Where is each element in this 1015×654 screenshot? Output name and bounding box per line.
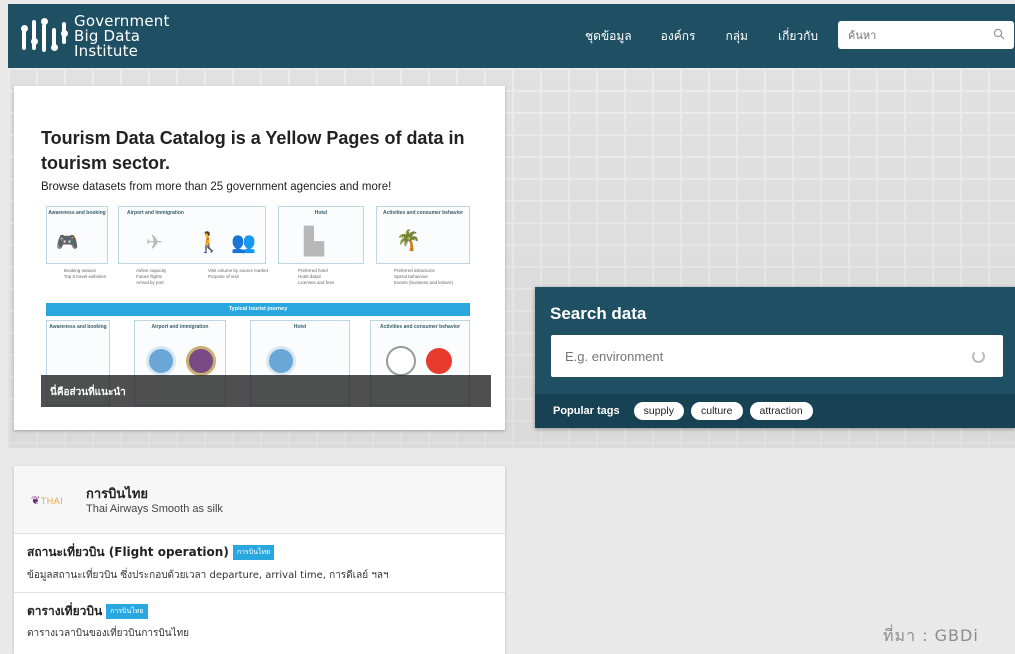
ig-seal-icon <box>266 346 296 376</box>
organization-tagline: Thai Airways Smooth as silk <box>86 503 223 515</box>
dataset-search-input[interactable] <box>551 335 972 377</box>
ig-box-label: Airport and immigration <box>151 324 209 330</box>
search-panel-title: Search data <box>550 304 647 323</box>
ig-bullets-1: Booking season Top 5 travel websites <box>64 268 116 280</box>
ig-box-label: Activities and consumer behavior <box>382 210 464 216</box>
ig-bullets-5: Preferred attractions Spend behaviour Ev… <box>394 268 470 286</box>
dataset-description: ตารางเวลาบินของเที่ยวบินการบินไทย <box>27 628 190 639</box>
airplane-icon: ✈ <box>146 232 163 254</box>
carousel-caption[interactable]: นี่คือส่วนที่แนะนำ <box>41 375 491 407</box>
dataset-title[interactable]: ตารางเที่ยวบิน การบินไทย <box>27 602 148 621</box>
ig-box-label: Hotel <box>314 210 328 216</box>
ig-box-activities: Activities and consumer behavior <box>376 206 470 264</box>
ig-box-label: Airport and Immigration <box>127 210 184 216</box>
featured-title: Tourism Data Catalog is a Yellow Pages o… <box>41 128 465 173</box>
dataset-org-badge[interactable]: การบินไทย <box>106 604 148 619</box>
ig-box-label: Awareness and booking <box>49 324 107 330</box>
dataset-title-text[interactable]: สถานะเที่ยวบิน (Flight operation) <box>27 545 229 559</box>
people-icon: 👥 <box>231 232 256 254</box>
dataset-description: ข้อมูลสถานะเที่ยวบิน ซึ่งประกอบด้วยเวลา … <box>27 570 389 581</box>
ig-bullet: Top 5 travel websites <box>64 274 107 279</box>
dataset-item[interactable]: สถานะเที่ยวบิน (Flight operation) การบินไ… <box>14 535 505 593</box>
popular-tags-label: Popular tags <box>553 405 620 417</box>
ig-box-label: Hotel <box>293 324 307 330</box>
ig-box-label: Activities and consumer behavior <box>379 324 461 330</box>
dataset-org-badge[interactable]: การบินไทย <box>232 545 275 560</box>
dataset-title[interactable]: สถานะเที่ยวบิน (Flight operation) การบินไ… <box>27 543 275 562</box>
main-nav: ชุดข้อมูล องค์กร กลุ่ม เกี่ยวกับ <box>585 4 848 68</box>
ig-seal-icon <box>186 346 216 376</box>
gbdi-logo[interactable]: Government Big Data Institute <box>18 13 170 60</box>
ig-bullet: Purpose of visit <box>208 274 239 279</box>
caption-text: นี่คือส่วนที่แนะนำ <box>50 387 126 398</box>
search-data-panel: Search data Popular tags supply culture … <box>535 287 1015 428</box>
featured-subtitle: Browse datasets from more than 25 govern… <box>41 181 392 193</box>
logo-mark-icon <box>18 14 68 58</box>
ig-bullet: Arrival by port <box>136 280 164 285</box>
dataset-title-text[interactable]: ตารางเที่ยวบิน <box>27 604 102 618</box>
gamepad-icon: 🎮 <box>56 232 79 252</box>
ig-box-label: Awareness and booking <box>48 210 106 216</box>
tag-attraction[interactable]: attraction <box>749 402 813 420</box>
ig-bullet: Events (business and leisure) <box>394 280 454 285</box>
nav-datasets[interactable]: ชุดข้อมูล <box>585 27 632 46</box>
building-icon: ▙ <box>304 226 324 256</box>
thai-airways-logo: ❦THAI <box>31 495 64 507</box>
popular-tags-bar: Popular tags supply culture attraction <box>535 394 1015 428</box>
ig-seal-icon <box>146 346 176 376</box>
organization-name[interactable]: การบินไทย <box>86 483 148 504</box>
logo-line-3: Institute <box>74 41 139 60</box>
featured-card[interactable]: Tourism Data Catalog is a Yellow Pages o… <box>14 86 505 430</box>
nav-groups[interactable]: กลุ่ม <box>725 27 748 46</box>
tag-culture[interactable]: culture <box>690 402 743 420</box>
dataset-item[interactable]: ตารางเที่ยวบิน การบินไทย ตารางเวลาบินของเ… <box>14 594 505 654</box>
ig-mastercard-icon <box>426 348 452 374</box>
header-search-input[interactable] <box>838 21 993 49</box>
traveler-icon: 🚶 <box>196 232 221 254</box>
organization-datasets-card: ❦THAI การบินไทย Thai Airways Smooth as s… <box>14 466 505 654</box>
ig-bullets-2: Airline capacity Future flights Arrival … <box>136 268 206 286</box>
tag-supply[interactable]: supply <box>633 402 684 420</box>
nav-organizations[interactable]: องค์กร <box>661 27 696 46</box>
palm-tree-icon: 🌴 <box>396 230 421 252</box>
header-search <box>838 21 1014 49</box>
nav-about[interactable]: เกี่ยวกับ <box>778 27 818 46</box>
loading-spinner-icon <box>972 349 985 363</box>
thai-logo-text: THAI <box>40 496 64 506</box>
top-navbar: Government Big Data Institute ชุดข้อมูล … <box>8 4 1015 68</box>
ig-bullets-3: Visit volume by source market Purpose of… <box>208 268 278 280</box>
ig-bullets-4: Preferred hotel Hotel data2 Licenses and… <box>298 268 368 286</box>
organization-header[interactable]: ❦THAI การบินไทย Thai Airways Smooth as s… <box>14 466 505 534</box>
source-credit: ที่มา : GBDi <box>883 626 979 645</box>
ig-bullet: Licenses and fees <box>298 280 335 285</box>
ig-seal-icon <box>386 346 416 376</box>
logo-text: Government Big Data Institute <box>74 13 170 60</box>
dataset-search <box>551 335 1003 377</box>
ig-journey-band: Typical tourist journey <box>46 303 470 316</box>
search-icon[interactable] <box>993 28 1014 43</box>
